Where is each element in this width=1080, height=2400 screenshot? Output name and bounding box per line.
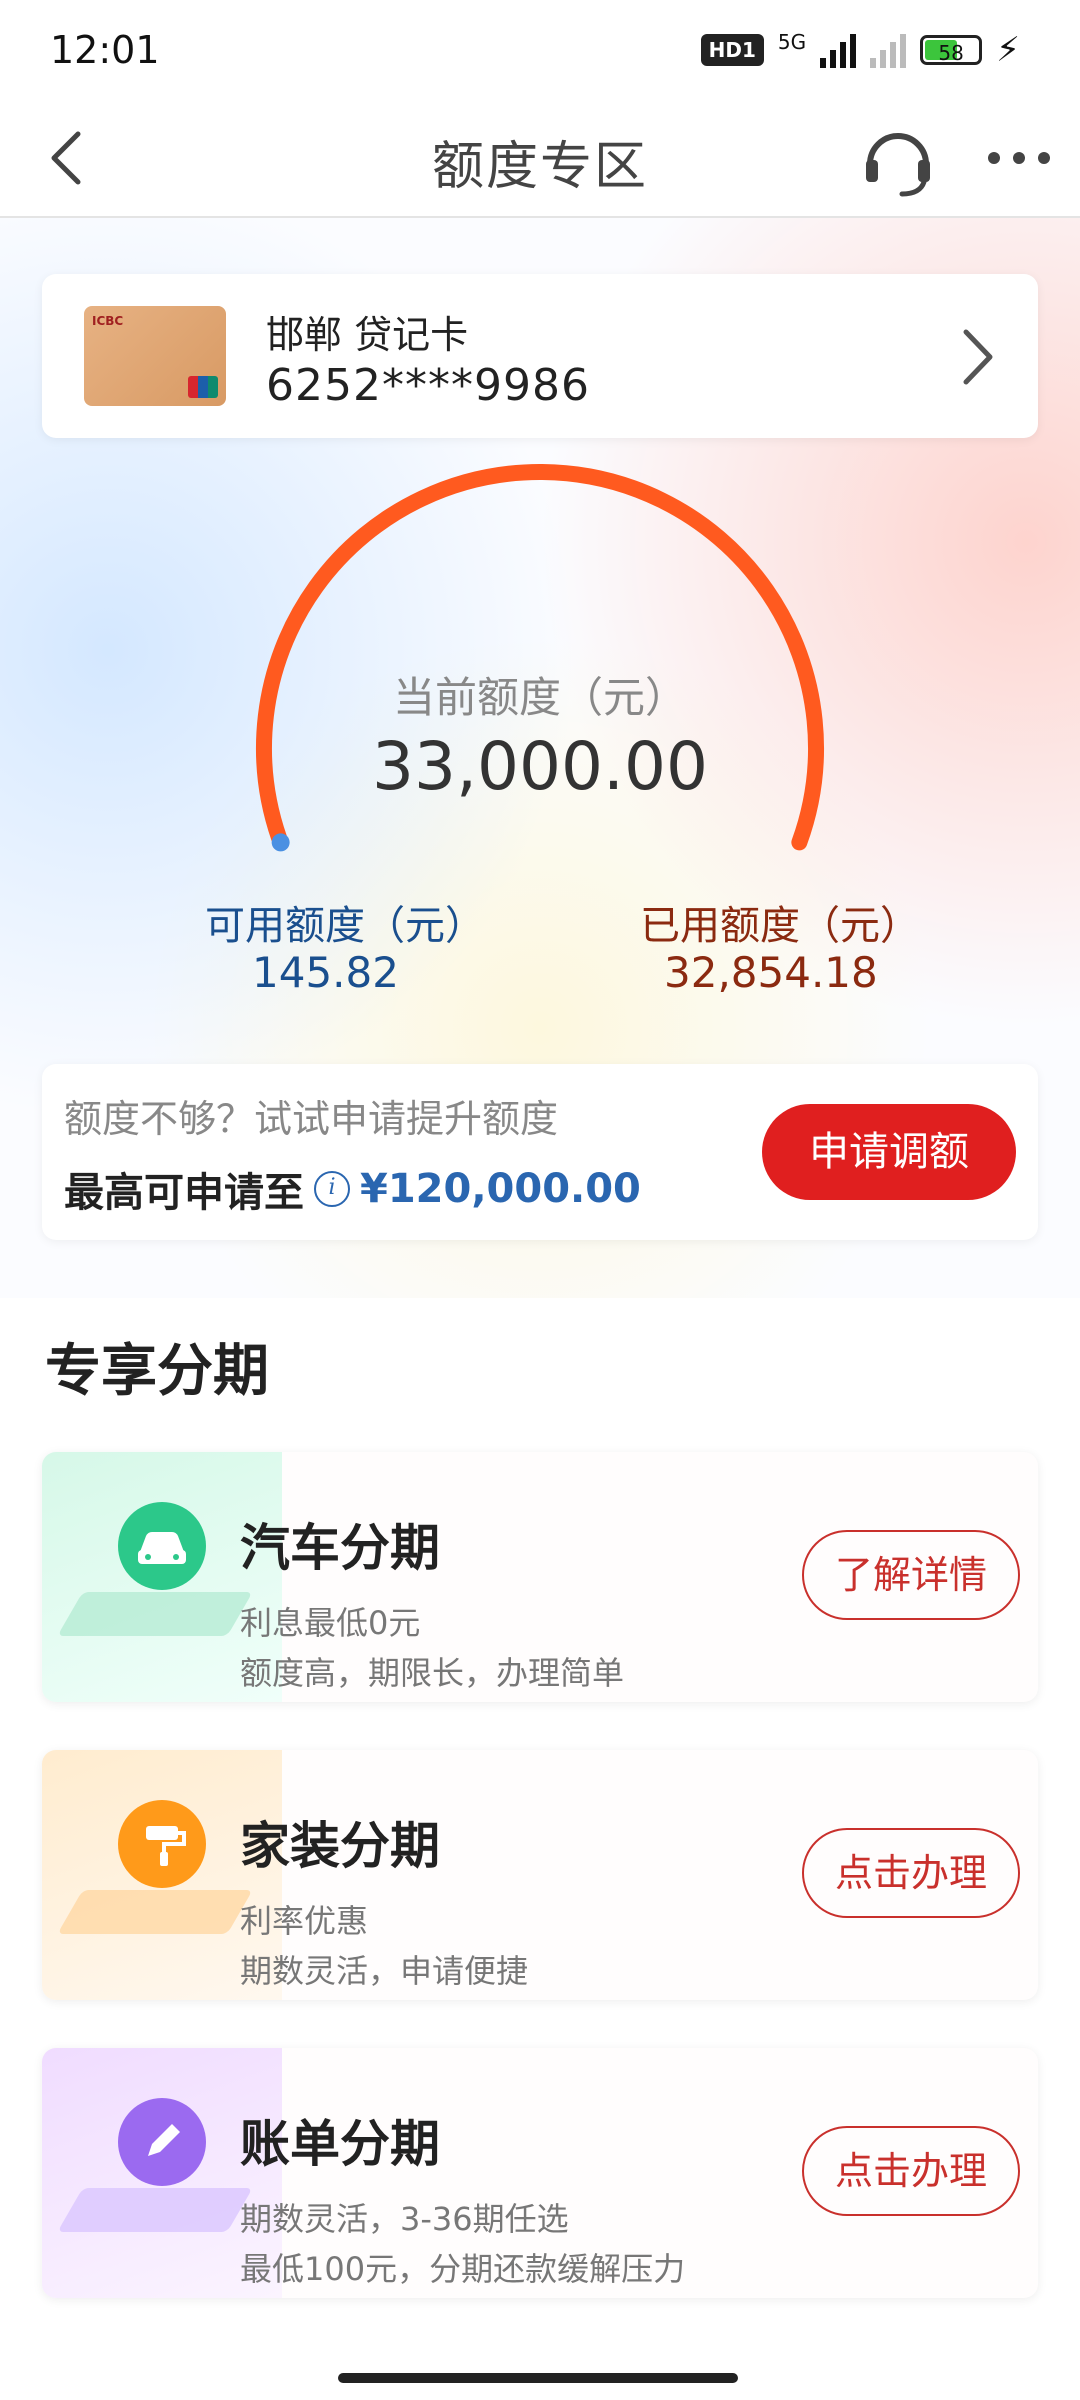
battery-icon: 58 (920, 35, 983, 65)
top-nav: 额度专区 (0, 100, 1080, 218)
promo-line1: 利率优惠 (240, 1902, 369, 1940)
promo-line2: 最低100元，分期还款缓解压力 (240, 2250, 686, 2288)
more-button[interactable] (984, 136, 1054, 180)
current-limit-label: 当前额度（元） (392, 673, 687, 722)
promo-line2: 额度高，期限长，办理简单 (240, 1654, 625, 1692)
available-limit-value: 145.82 (252, 948, 399, 997)
paint-roller-icon (57, 1790, 253, 1960)
credit-gauge (256, 464, 824, 852)
raise-limit-panel: 额度不够？试试申请提升额度 最高可申请至 i ¥120,000.00 申请调额 (42, 1064, 1038, 1240)
gauge-available-dot (271, 833, 290, 852)
promo-card-bill[interactable]: 账单分期 期数灵活，3-36期任选 最低100元，分期还款缓解压力 点击办理 (42, 2048, 1038, 2298)
promo-line2: 期数灵活，申请便捷 (240, 1952, 529, 1990)
promo-title: 账单分期 (240, 2115, 440, 2173)
more-icon (988, 152, 1050, 164)
status-time: 12:01 (50, 28, 160, 72)
status-icons: HD1 5G 58 ⚡ (700, 30, 1020, 70)
battery-level: 58 (938, 41, 964, 65)
promo-title: 家装分期 (240, 1817, 440, 1875)
customer-service-button[interactable] (858, 120, 938, 200)
info-icon[interactable]: i (314, 1171, 350, 1207)
headset-icon (866, 133, 930, 197)
apply-button[interactable]: 点击办理 (802, 2126, 1020, 2216)
raise-hint: 额度不够？试试申请提升额度 (64, 1097, 559, 1141)
current-limit-value: 33,000.00 (372, 728, 708, 805)
apply-adjust-button[interactable]: 申请调额 (762, 1104, 1016, 1200)
signal-icon (820, 32, 857, 68)
section-title: 专享分期 (45, 1339, 269, 1404)
charging-icon: ⚡ (996, 30, 1020, 70)
promo-line1: 期数灵活，3-36期任选 (240, 2200, 569, 2238)
home-indicator[interactable] (338, 2373, 738, 2383)
raise-max-row: 最高可申请至 i ¥120,000.00 (64, 1160, 641, 1218)
car-icon (57, 1492, 253, 1662)
used-limit-value: 32,854.18 (664, 948, 878, 997)
learn-more-button[interactable]: 了解详情 (802, 1530, 1020, 1620)
signal-2-icon (870, 32, 907, 68)
apply-button[interactable]: 点击办理 (802, 1828, 1020, 1918)
promo-title: 汽车分期 (240, 1519, 440, 1577)
raise-max-label: 最高可申请至 (64, 1170, 304, 1216)
promo-card-car[interactable]: 汽车分期 利息最低0元 额度高，期限长，办理简单 了解详情 (42, 1452, 1038, 1702)
raise-max-amount: ¥120,000.00 (360, 1166, 641, 1212)
promo-line1: 利息最低0元 (240, 1604, 421, 1642)
used-limit-label: 已用额度（元） (640, 903, 920, 949)
hd-badge: HD1 (700, 34, 764, 66)
network-type: 5G (777, 30, 807, 54)
pencil-icon (57, 2088, 253, 2258)
promo-card-home[interactable]: 家装分期 利率优惠 期数灵活，申请便捷 点击办理 (42, 1750, 1038, 2000)
available-limit-label: 可用额度（元） (205, 903, 485, 949)
credit-hero: ICBC 邯郸 贷记卡 6252****9986 当前额度（元） 33,000.… (0, 218, 1080, 1298)
status-bar: 12:01 HD1 5G 58 ⚡ (0, 0, 1080, 100)
